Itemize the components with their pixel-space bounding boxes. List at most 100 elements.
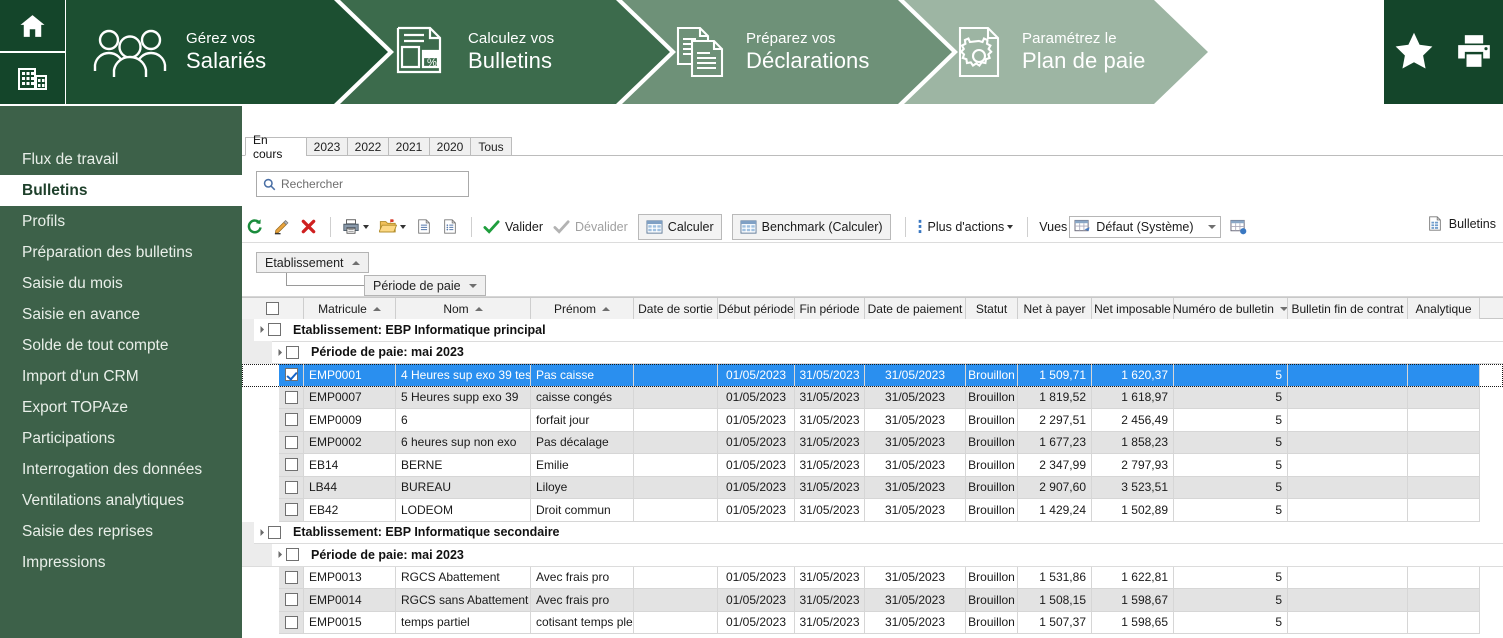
devalidate-button[interactable]: Dévalider	[549, 214, 632, 240]
cell-finctr[interactable]	[1288, 499, 1408, 522]
group-checkbox[interactable]	[286, 548, 299, 561]
table-row[interactable]: EMP00075 Heures supp exo 39caisse congés…	[242, 387, 1503, 410]
cell-statut[interactable]: Brouillon	[966, 612, 1018, 635]
cell-prenom[interactable]: Emilie	[531, 454, 634, 477]
cell-fin[interactable]: 31/05/2023	[795, 589, 865, 612]
cell-statut[interactable]: Brouillon	[966, 454, 1018, 477]
print-button[interactable]	[1453, 31, 1495, 74]
cell-analytique[interactable]	[1408, 364, 1480, 387]
cell-finctr[interactable]	[1288, 612, 1408, 635]
tab-en-cours[interactable]: En cours	[245, 137, 307, 156]
cell-analytique[interactable]	[1408, 387, 1480, 410]
search-input[interactable]: Rechercher	[256, 171, 469, 197]
cell-finctr[interactable]	[1288, 454, 1408, 477]
cell-net[interactable]: 1 509,71	[1018, 364, 1092, 387]
step-salaries[interactable]: Gérez vos Salariés	[66, 0, 388, 104]
cell-statut[interactable]: Brouillon	[966, 499, 1018, 522]
cell-nom[interactable]: 6 heures sup non exo	[396, 432, 531, 455]
cell-numero[interactable]: 5	[1174, 477, 1288, 500]
cell-analytique[interactable]	[1408, 477, 1480, 500]
document-button[interactable]	[412, 214, 436, 240]
cell-imposable[interactable]: 3 523,51	[1092, 477, 1174, 500]
company-button[interactable]	[0, 53, 65, 104]
cell-finctr[interactable]	[1288, 364, 1408, 387]
cell-imposable[interactable]: 2 797,93	[1092, 454, 1174, 477]
cell-matricule[interactable]: LB44	[304, 477, 396, 500]
views-select[interactable]: Défaut (Système)	[1069, 216, 1221, 238]
cell-paiement[interactable]: 31/05/2023	[865, 589, 966, 612]
chevron-down-icon[interactable]	[1203, 225, 1220, 229]
cell-finctr[interactable]	[1288, 567, 1408, 590]
cell-debut[interactable]: 01/05/2023	[718, 499, 795, 522]
bulletins-shortcut[interactable]: Bulletins	[1427, 215, 1496, 232]
group-checkbox[interactable]	[286, 346, 299, 359]
table-row[interactable]: EMP00026 heures sup non exoPas décalage0…	[242, 432, 1503, 455]
cell-analytique[interactable]	[1408, 567, 1480, 590]
cell-sortie[interactable]	[634, 612, 718, 635]
print-menu-button[interactable]	[338, 214, 373, 240]
cell-analytique[interactable]	[1408, 432, 1480, 455]
grid-header-analytique[interactable]: Analytique	[1408, 298, 1480, 319]
cell-numero[interactable]: 5	[1174, 387, 1288, 410]
cell-numero[interactable]: 5	[1174, 409, 1288, 432]
row-checkbox[interactable]	[285, 436, 298, 449]
cell-prenom[interactable]: Avec frais pro	[531, 567, 634, 590]
table-row[interactable]: EMP00096forfait jour01/05/202331/05/2023…	[242, 409, 1503, 432]
cell-numero[interactable]: 5	[1174, 364, 1288, 387]
sidebar-item-export-topaze[interactable]: Export TOPAze	[0, 392, 242, 423]
tab-tous[interactable]: Tous	[470, 137, 512, 156]
cell-imposable[interactable]: 1 502,89	[1092, 499, 1174, 522]
cell-paiement[interactable]: 31/05/2023	[865, 409, 966, 432]
grid-header-imposable[interactable]: Net imposable	[1092, 298, 1174, 319]
cell-analytique[interactable]	[1408, 454, 1480, 477]
cell-numero[interactable]: 5	[1174, 589, 1288, 612]
sidebar-item-ventilations-analytiques[interactable]: Ventilations analytiques	[0, 485, 242, 516]
grid-header-debut[interactable]: Début période	[718, 298, 795, 319]
cell-sortie[interactable]	[634, 477, 718, 500]
row-checkbox[interactable]	[285, 481, 298, 494]
table-row[interactable]: EMP0014RGCS sans AbattementAvec frais pr…	[242, 589, 1503, 612]
cell-net[interactable]: 1 819,52	[1018, 387, 1092, 410]
tab-2023[interactable]: 2023	[306, 137, 348, 156]
cell-fin[interactable]: 31/05/2023	[795, 387, 865, 410]
cell-paiement[interactable]: 31/05/2023	[865, 387, 966, 410]
cell-fin[interactable]: 31/05/2023	[795, 409, 865, 432]
cell-net[interactable]: 1 507,37	[1018, 612, 1092, 635]
cell-nom[interactable]: temps partiel	[396, 612, 531, 635]
cell-imposable[interactable]: 1 858,23	[1092, 432, 1174, 455]
cell-matricule[interactable]: EMP0013	[304, 567, 396, 590]
cell-fin[interactable]: 31/05/2023	[795, 454, 865, 477]
row-checkbox-cell[interactable]	[279, 612, 304, 635]
cell-sortie[interactable]	[634, 364, 718, 387]
row-checkbox[interactable]	[285, 413, 298, 426]
cell-paiement[interactable]: 31/05/2023	[865, 364, 966, 387]
cell-debut[interactable]: 01/05/2023	[718, 364, 795, 387]
cell-statut[interactable]: Brouillon	[966, 589, 1018, 612]
group-row[interactable]: Etablissement: EBP Informatique secondai…	[242, 522, 1503, 545]
cell-statut[interactable]: Brouillon	[966, 477, 1018, 500]
sidebar-item-impressions[interactable]: Impressions	[0, 547, 242, 578]
cell-nom[interactable]: RGCS Abattement	[396, 567, 531, 590]
sidebar-item-saisie-des-reprises[interactable]: Saisie des reprises	[0, 516, 242, 547]
cell-nom[interactable]: 5 Heures supp exo 39	[396, 387, 531, 410]
select-all-checkbox[interactable]	[266, 302, 279, 315]
cell-imposable[interactable]: 1 598,65	[1092, 612, 1174, 635]
cell-debut[interactable]: 01/05/2023	[718, 612, 795, 635]
sidebar-item-saisie-du-mois[interactable]: Saisie du mois	[0, 268, 242, 299]
cell-finctr[interactable]	[1288, 387, 1408, 410]
cell-statut[interactable]: Brouillon	[966, 387, 1018, 410]
cell-debut[interactable]: 01/05/2023	[718, 409, 795, 432]
open-menu-button[interactable]	[375, 214, 410, 240]
cell-numero[interactable]: 5	[1174, 432, 1288, 455]
cell-paiement[interactable]: 31/05/2023	[865, 454, 966, 477]
cell-finctr[interactable]	[1288, 432, 1408, 455]
row-checkbox-cell[interactable]	[279, 477, 304, 500]
sidebar-item-pr-paration-des-bulletins[interactable]: Préparation des bulletins	[0, 237, 242, 268]
cell-analytique[interactable]	[1408, 612, 1480, 635]
cell-fin[interactable]: 31/05/2023	[795, 612, 865, 635]
grid-header-prenom[interactable]: Prénom	[531, 298, 634, 319]
cell-sortie[interactable]	[634, 454, 718, 477]
cell-sortie[interactable]	[634, 499, 718, 522]
cell-matricule[interactable]: EMP0015	[304, 612, 396, 635]
cell-sortie[interactable]	[634, 567, 718, 590]
